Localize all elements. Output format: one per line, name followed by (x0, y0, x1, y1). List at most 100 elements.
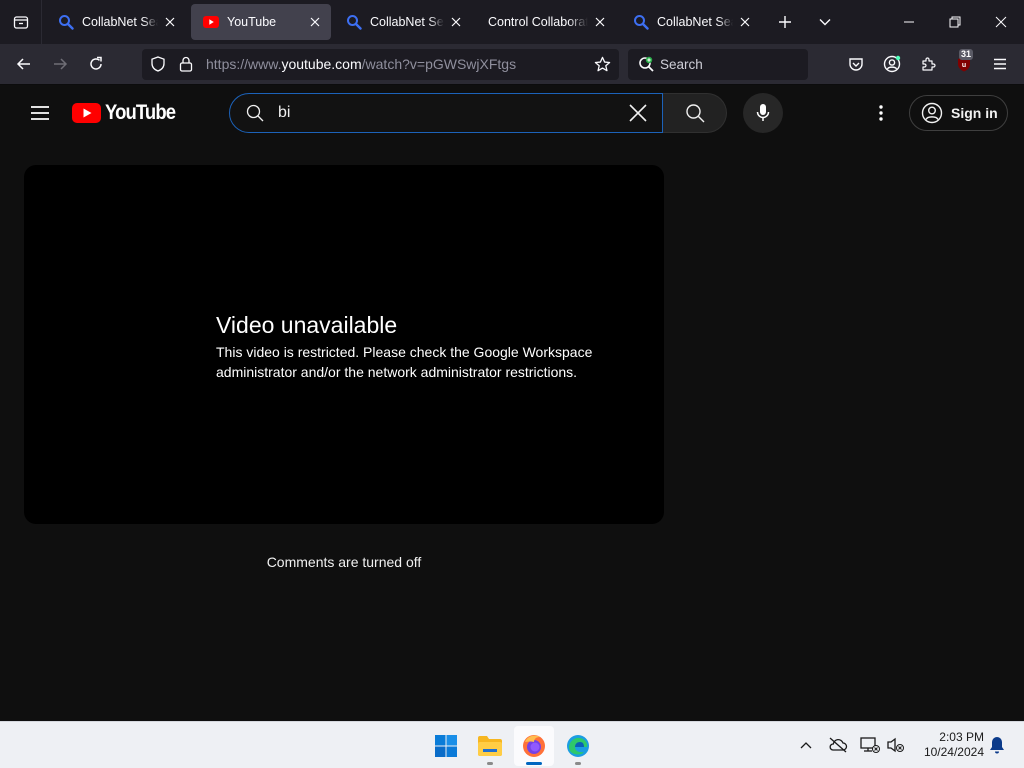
firefox-view-icon (13, 16, 28, 29)
puzzle-piece-icon (922, 57, 936, 71)
voice-search-button[interactable] (743, 93, 783, 133)
arrow-right-icon (54, 58, 68, 70)
user-circle-icon (921, 102, 943, 124)
plus-icon (779, 16, 791, 28)
forward-button[interactable] (46, 50, 74, 78)
search-icon (246, 104, 264, 127)
account-button[interactable] (878, 50, 906, 78)
search-magnifier-icon (346, 14, 362, 30)
microphone-icon (756, 104, 770, 121)
ublock-extension-button[interactable]: u 31 (950, 49, 978, 78)
bell-icon (990, 737, 1004, 754)
clear-search-button[interactable] (618, 94, 658, 132)
back-button[interactable] (10, 50, 38, 78)
youtube-search-box[interactable]: bi (229, 93, 663, 133)
tab-control-collaborative[interactable]: Control Collaborative (476, 4, 616, 40)
system-clock[interactable]: 2:03 PM 10/24/2024 (912, 730, 984, 760)
volume-tray-icon[interactable] (885, 734, 907, 756)
tab-collabnet-searx-1[interactable]: CollabNet SearXNG (46, 4, 186, 40)
firefox-icon (523, 735, 545, 757)
close-tab-icon[interactable] (162, 14, 178, 30)
running-indicator (575, 762, 581, 765)
taskbar-firefox[interactable] (514, 726, 554, 766)
clock-time: 2:03 PM (939, 730, 984, 744)
sign-in-button[interactable]: Sign in (909, 95, 1008, 131)
clock-date: 10/24/2024 (923, 745, 984, 759)
pocket-icon (849, 58, 863, 71)
chevron-up-icon (800, 742, 812, 749)
tab-title: CollabNet SearXNG (370, 15, 444, 29)
onedrive-tray-icon[interactable] (827, 734, 849, 756)
close-tab-icon[interactable] (307, 14, 323, 30)
minimize-icon (904, 21, 914, 23)
start-button[interactable] (426, 726, 466, 766)
restore-window-button[interactable] (932, 0, 978, 44)
tab-title: YouTube (227, 15, 277, 29)
error-title: Video unavailable (216, 312, 398, 338)
tab-youtube[interactable]: YouTube (191, 4, 331, 40)
speaker-muted-icon (887, 737, 904, 753)
reload-icon (90, 56, 102, 70)
url-bar[interactable]: https://www.youtube.com/watch?v=pGWSwjXF… (142, 49, 619, 80)
taskbar-edge[interactable] (558, 726, 598, 766)
show-hidden-icons-button[interactable] (795, 734, 817, 756)
account-icon (883, 55, 901, 73)
running-indicator (487, 762, 493, 765)
bookmark-star-icon[interactable] (594, 56, 611, 78)
cloud-offline-icon (829, 737, 848, 753)
url-host: youtube.com (281, 56, 362, 72)
windows-taskbar: 2:03 PM 10/24/2024 (0, 721, 1024, 768)
close-tab-icon[interactable] (448, 14, 464, 30)
arrow-left-icon (16, 58, 30, 70)
web-search-bar[interactable]: Search (628, 49, 808, 80)
browser-tab-strip: CollabNet SearXNG YouTube CollabNet Sear… (0, 0, 1024, 44)
close-window-button[interactable] (978, 0, 1024, 44)
url-text[interactable]: https://www.youtube.com/watch?v=pGWSwjXF… (206, 56, 516, 72)
padlock-icon[interactable] (179, 56, 193, 77)
close-tab-icon[interactable] (737, 14, 753, 30)
restore-icon (949, 16, 961, 28)
folder-icon (478, 736, 502, 756)
taskbar-file-explorer[interactable] (470, 726, 510, 766)
notifications-button[interactable] (986, 734, 1008, 756)
tab-title: Control Collaborative (488, 15, 588, 29)
settings-more-button[interactable] (861, 93, 901, 133)
new-tab-button[interactable] (771, 8, 799, 36)
youtube-search-input[interactable]: bi (278, 104, 290, 122)
edge-icon (567, 735, 589, 757)
browser-navigation-bar: https://www.youtube.com/watch?v=pGWSwjXF… (0, 44, 1024, 85)
extensions-button[interactable] (914, 50, 942, 78)
error-message: This video is restricted. Please check t… (216, 344, 593, 380)
extension-badge-count: 31 (959, 49, 974, 60)
windows-logo-icon (435, 735, 457, 757)
guide-menu-button[interactable] (20, 93, 60, 133)
youtube-logo[interactable]: YouTube (72, 101, 185, 124)
youtube-search-button[interactable] (663, 93, 727, 133)
tab-collabnet-searx-2[interactable]: CollabNet SearXNG (334, 4, 472, 40)
youtube-icon (203, 14, 219, 30)
chevron-down-icon (819, 19, 831, 26)
app-menu-button[interactable] (986, 50, 1014, 78)
network-tray-icon[interactable] (859, 734, 881, 756)
tab-collabnet-searx-3[interactable]: CollabNet SearXNG (621, 4, 761, 40)
reload-button[interactable] (82, 50, 110, 78)
tracking-protection-shield-icon[interactable] (150, 56, 166, 77)
minimize-window-button[interactable] (886, 0, 932, 44)
list-all-tabs-button[interactable] (811, 8, 839, 36)
network-disconnected-icon (860, 737, 880, 753)
tab-overview-button[interactable] (0, 0, 42, 44)
pocket-button[interactable] (842, 50, 870, 78)
close-tab-icon[interactable] (592, 14, 608, 30)
url-path: /watch?v=pGWSwjXFtgs (361, 56, 517, 72)
search-magnifier-icon (58, 14, 74, 30)
comments-status: Comments are turned off (266, 554, 422, 570)
tab-title: CollabNet SearXNG (82, 15, 158, 29)
search-bar-placeholder: Search (660, 57, 703, 72)
video-player[interactable]: Video unavailable This video is restrict… (24, 165, 664, 524)
hamburger-menu-icon (31, 106, 49, 120)
vertical-dots-icon (879, 105, 883, 121)
youtube-masthead: YouTube bi Sign in (0, 85, 1024, 141)
hamburger-menu-icon (994, 58, 1006, 70)
youtube-wordmark: YouTube (105, 101, 176, 124)
sign-in-label: Sign in (951, 105, 998, 121)
